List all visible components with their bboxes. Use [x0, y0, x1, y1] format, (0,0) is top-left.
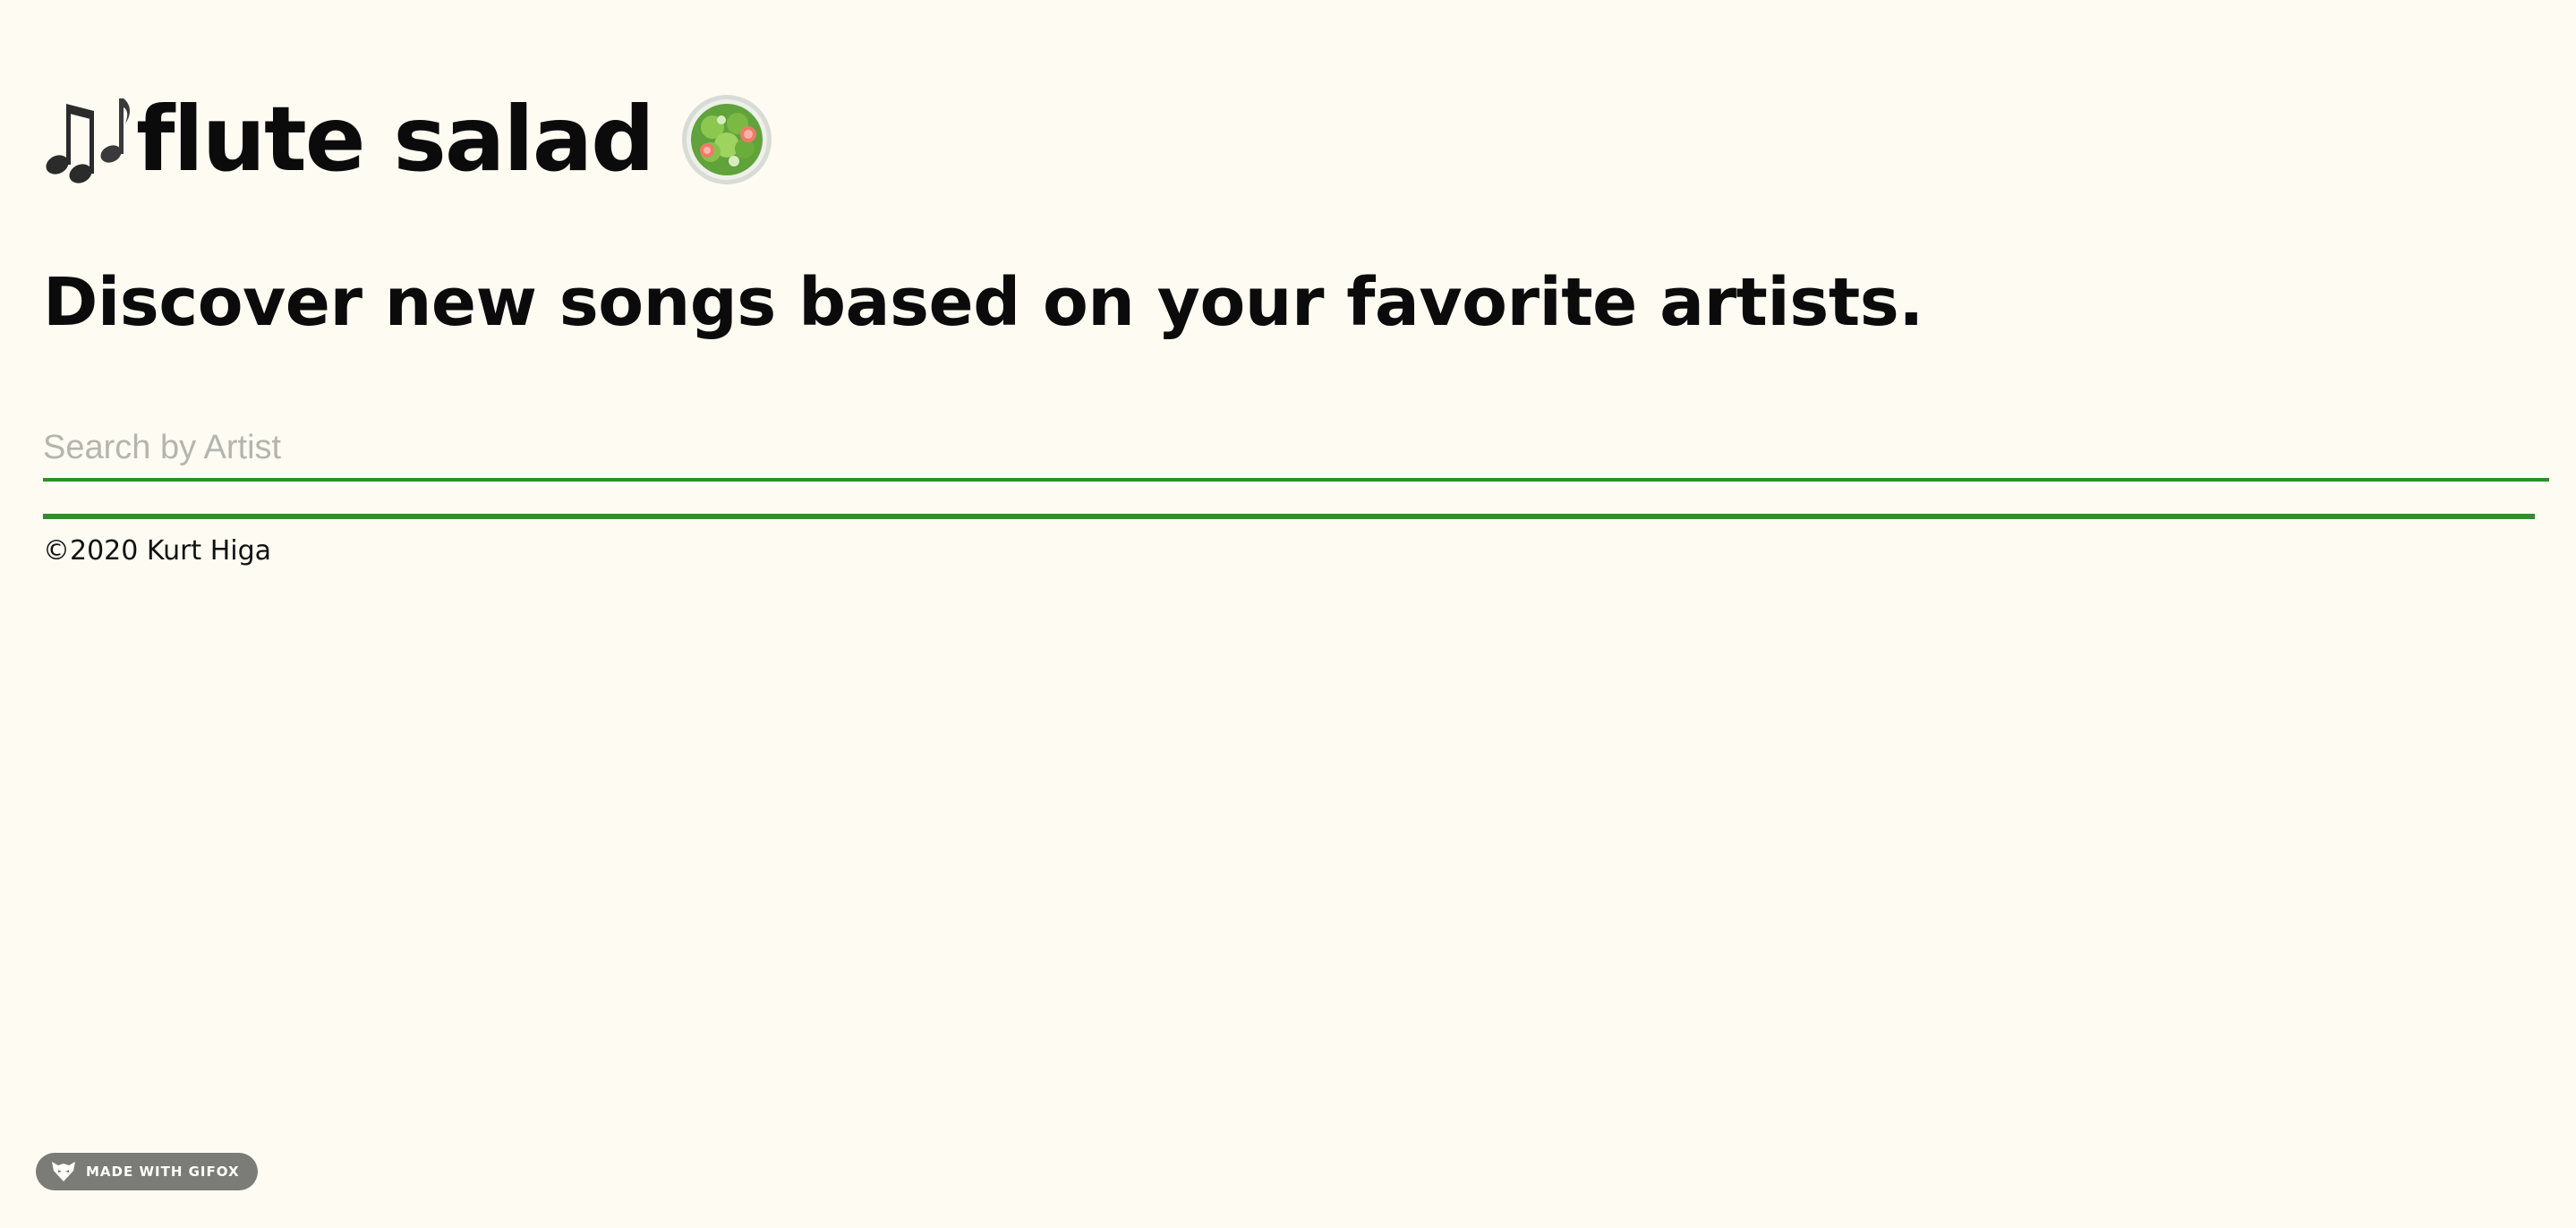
page-tagline: Discover new songs based on your favorit… — [43, 264, 1923, 341]
search-field — [43, 421, 2549, 482]
musical-notes-icon — [43, 93, 132, 186]
gifox-badge[interactable]: MADE WITH GIFOX — [36, 1153, 258, 1190]
gifox-badge-label: MADE WITH GIFOX — [86, 1164, 240, 1180]
fox-icon — [50, 1160, 77, 1183]
copyright-text: ©2020 Kurt Higa — [43, 535, 272, 567]
divider — [43, 514, 2535, 519]
search-input[interactable] — [43, 421, 2549, 474]
site-title: flute salad — [136, 87, 655, 192]
site-header: flute salad — [43, 86, 773, 193]
green-salad-icon — [680, 93, 773, 186]
